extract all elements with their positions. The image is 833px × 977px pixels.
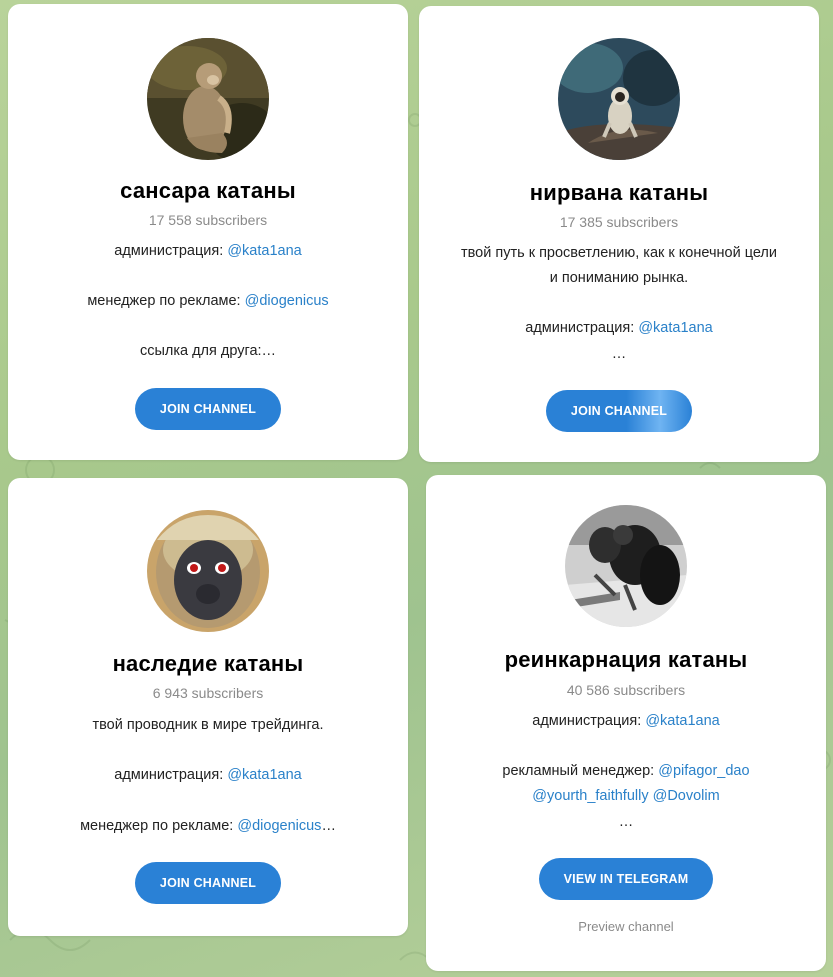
- description-line: рекламный менеджер: @pifagor_dao: [502, 763, 750, 779]
- username-link[interactable]: @diogenicus: [245, 293, 329, 309]
- channel-card: наследие катаны 6 943 subscribers твой п…: [8, 478, 408, 936]
- description-line: …: [611, 346, 627, 362]
- username-link[interactable]: @pifagor_dao: [658, 763, 749, 779]
- username-link[interactable]: @kata1ana: [645, 713, 719, 729]
- preview-channel-link[interactable]: Preview channel: [426, 919, 826, 934]
- description-line: менеджер по рекламе: @diogenicus…: [80, 818, 336, 834]
- description-line: администрация: @kata1ana: [532, 713, 720, 729]
- username-link[interactable]: @kata1ana: [227, 767, 301, 783]
- description-line: и пониманию рынка.: [549, 270, 689, 286]
- subscriber-count: 17 558 subscribers: [148, 212, 268, 228]
- channel-avatar: [147, 38, 269, 160]
- join-channel-button[interactable]: JOIN CHANNEL: [135, 862, 281, 904]
- description-line: @yourth_faithfully @Dovolim: [436, 784, 816, 809]
- subscriber-count: 6 943 subscribers: [152, 685, 264, 701]
- description-line: ссылка для друга:…: [139, 343, 277, 359]
- username-link[interactable]: @kata1ana: [638, 320, 712, 336]
- channel-avatar: [565, 505, 687, 627]
- description-line: администрация: @kata1ana: [525, 320, 713, 336]
- channel-title: реинкарнация катаны: [504, 647, 748, 672]
- subscriber-count: 17 385 subscribers: [559, 214, 679, 230]
- channel-avatar: [147, 510, 269, 632]
- channel-title: наследие катаны: [112, 651, 304, 676]
- description-line: твой путь к просветлению, как к конечной…: [461, 245, 777, 261]
- username-link[interactable]: @diogenicus: [237, 818, 321, 834]
- channel-card: реинкарнация катаны 40 586 subscribers а…: [426, 475, 826, 971]
- username-link[interactable]: @yourth_faithfully @Dovolim: [532, 788, 719, 804]
- description-line: твой проводник в мире трейдинга.: [92, 717, 324, 733]
- channel-card: нирвана катаны 17 385 subscribers твой п…: [419, 6, 819, 462]
- description-line: администрация: @kata1ana: [114, 243, 302, 259]
- channel-avatar: [558, 38, 680, 160]
- view-in-telegram-button[interactable]: VIEW IN TELEGRAM: [539, 858, 713, 900]
- description-line: менеджер по рекламе: @diogenicus: [87, 293, 329, 309]
- subscriber-count: 40 586 subscribers: [566, 682, 686, 698]
- description-line: …: [618, 814, 634, 830]
- channel-card: сансара катаны 17 558 subscribers админи…: [8, 4, 408, 460]
- channel-title: сансара катаны: [120, 178, 296, 203]
- description-line: администрация: @kata1ana: [114, 767, 302, 783]
- channel-title: нирвана катаны: [529, 180, 709, 205]
- join-channel-button[interactable]: JOIN CHANNEL: [546, 390, 692, 432]
- join-channel-button[interactable]: JOIN CHANNEL: [135, 388, 281, 430]
- username-link[interactable]: @kata1ana: [227, 243, 301, 259]
